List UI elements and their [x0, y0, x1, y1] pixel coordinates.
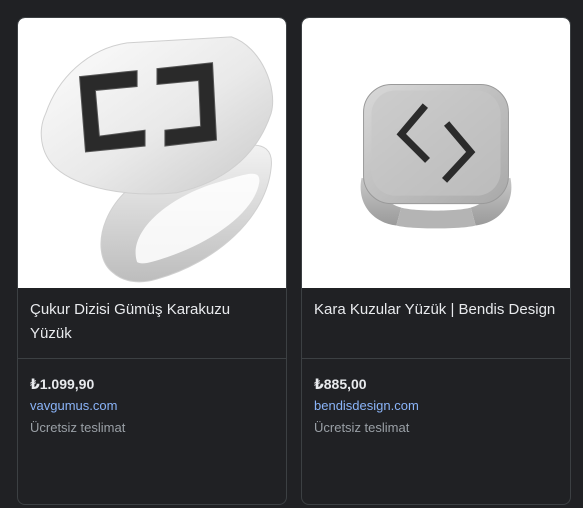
product-title[interactable]: Çukur Dizisi Gümüş Karakuzu Yüzük	[30, 298, 274, 346]
product-title-block: Çukur Dizisi Gümüş Karakuzu Yüzük	[18, 288, 286, 359]
product-title[interactable]: Kara Kuzular Yüzük | Bendis Design	[314, 298, 558, 322]
product-price: ₺885,00	[314, 376, 367, 392]
product-meta: ₺885,00 bendisdesign.com Ücretsiz teslim…	[302, 359, 570, 439]
shipping-info: Ücretsiz teslimat	[30, 420, 126, 435]
product-card[interactable]: Çukur Dizisi Gümüş Karakuzu Yüzük ₺1.099…	[17, 17, 287, 505]
product-meta: ₺1.099,90 vavgumus.com Ücretsiz teslimat	[18, 359, 286, 439]
product-image[interactable]	[302, 18, 570, 288]
product-grid: Çukur Dizisi Gümüş Karakuzu Yüzük ₺1.099…	[0, 0, 583, 508]
merchant-name[interactable]: bendisdesign.com	[314, 395, 558, 417]
merchant-name[interactable]: vavgumus.com	[30, 395, 274, 417]
open-band-ring-icon	[360, 84, 512, 229]
product-card[interactable]: Kara Kuzular Yüzük | Bendis Design ₺885,…	[301, 17, 571, 505]
signet-ring-icon	[40, 36, 274, 283]
shipping-info: Ücretsiz teslimat	[314, 420, 410, 435]
product-title-block: Kara Kuzular Yüzük | Bendis Design	[302, 288, 570, 359]
product-price: ₺1.099,90	[30, 376, 95, 392]
product-image[interactable]	[18, 18, 286, 288]
